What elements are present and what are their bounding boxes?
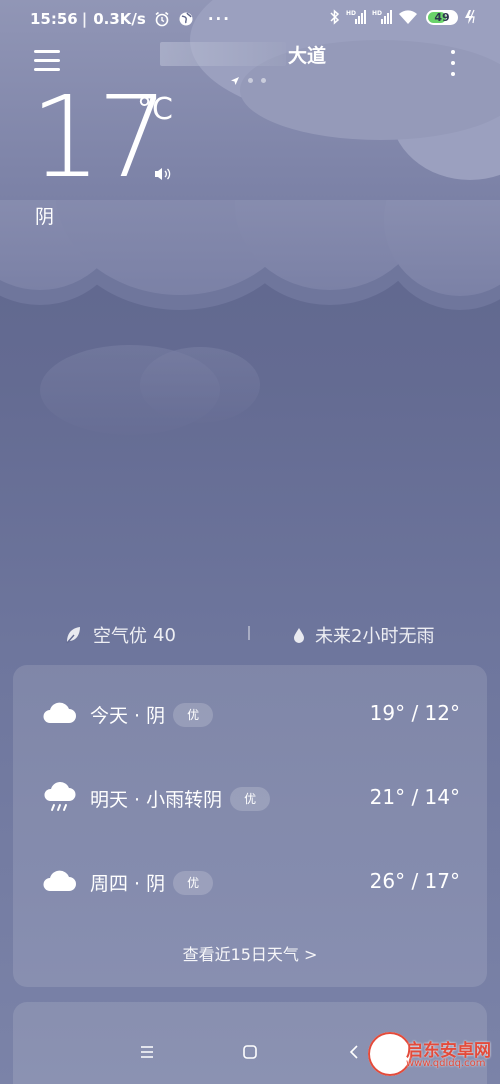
battery-level: 49 <box>434 10 450 24</box>
weather-screen: 15:56 | 0.3K/s ··· HD HD 49 大道 17 °C 阴 空… <box>0 0 500 1084</box>
rain-forecast[interactable]: 未来2小时无雨 <box>293 622 434 648</box>
network-speed: 0.3K/s <box>93 10 146 28</box>
menu-icon-bar <box>34 68 60 71</box>
page-dot <box>261 78 266 83</box>
aqi-badge: 优 <box>173 870 214 895</box>
forecast-row-today[interactable]: 今天 · 阴优 19° / 12° <box>13 693 487 733</box>
info-row: 空气优 40 未来2小时无雨 <box>0 620 500 648</box>
hd-signal-icon: HD <box>346 9 366 25</box>
status-right: HD HD 49 <box>324 9 478 25</box>
more-dots-icon: ··· <box>207 10 231 28</box>
home-icon[interactable] <box>242 1044 258 1064</box>
forecast-temps: 19° / 12° <box>369 701 460 725</box>
air-quality-value: 40 <box>153 624 176 646</box>
forecast-card: 今天 · 阴优 19° / 12° 明天 · 小雨转阴优 21° / 14° 周… <box>13 665 487 987</box>
wifi-icon <box>398 9 418 25</box>
more-dot <box>451 72 455 76</box>
cloudy-icon <box>41 697 77 731</box>
bluetooth-icon <box>330 9 340 25</box>
menu-button[interactable] <box>34 50 60 74</box>
forecast-day-text: 周四 · 阴 <box>90 873 166 895</box>
forecast-temps: 26° / 17° <box>369 869 460 893</box>
page-indicator <box>230 71 266 90</box>
back-icon[interactable] <box>348 1044 360 1064</box>
watermark-url: www.qdldq.com <box>406 1058 486 1069</box>
svg-text:HD: HD <box>372 10 382 17</box>
leaf-icon <box>65 626 81 644</box>
cloudy-icon <box>41 865 77 899</box>
forecast-day-text: 明天 · 小雨转阴 <box>90 789 223 811</box>
status-separator: | <box>81 10 88 28</box>
more-options-button[interactable] <box>446 50 460 76</box>
watermark: 启东安卓网 www.qdldq.com <box>360 1024 500 1084</box>
menu-icon-bar <box>34 59 60 62</box>
forecast-day-label: 今天 · 阴优 <box>90 701 214 729</box>
status-left: 15:56 | 0.3K/s ··· <box>30 10 231 28</box>
cloud-background <box>0 0 500 435</box>
aqi-badge: 优 <box>230 786 271 811</box>
forecast-row-thursday[interactable]: 周四 · 阴优 26° / 17° <box>13 861 487 901</box>
status-bar: 15:56 | 0.3K/s ··· HD HD 49 <box>0 0 500 40</box>
charging-icon <box>464 9 478 25</box>
air-quality[interactable]: 空气优 40 <box>65 622 176 648</box>
blurred-location-prefix <box>160 42 286 66</box>
aqi-badge: 优 <box>173 702 214 727</box>
menu-icon-bar <box>34 50 60 53</box>
forecast-day-label: 周四 · 阴优 <box>90 869 214 897</box>
battery-indicator: 49 <box>426 9 458 25</box>
forecast-row-tomorrow[interactable]: 明天 · 小雨转阴优 21° / 14° <box>13 777 487 817</box>
air-quality-label: 空气优 <box>93 626 147 647</box>
location-name: 大道 <box>288 44 327 67</box>
more-dot <box>451 61 455 65</box>
location-title[interactable]: 大道 <box>160 40 340 68</box>
svg-text:HD: HD <box>346 10 356 17</box>
recent-apps-icon[interactable] <box>139 1044 155 1063</box>
light-rain-icon <box>41 781 77 819</box>
status-time: 15:56 <box>30 10 78 28</box>
view-15-day-link[interactable]: 查看近15日天气 > <box>13 941 487 965</box>
forecast-day-label: 明天 · 小雨转阴优 <box>90 785 271 813</box>
temperature-unit: °C <box>137 92 173 127</box>
hd-signal-icon: HD <box>372 9 392 25</box>
forecast-day-text: 今天 · 阴 <box>90 705 166 727</box>
globe-icon <box>178 11 194 27</box>
raindrop-icon <box>293 627 305 643</box>
forecast-temps: 21° / 14° <box>369 785 460 809</box>
more-dot <box>451 50 455 54</box>
current-condition: 阴 <box>35 206 55 228</box>
page-dot <box>248 78 253 83</box>
alarm-icon <box>154 11 170 27</box>
info-divider <box>248 626 250 640</box>
rain-forecast-text: 未来2小时无雨 <box>315 626 435 647</box>
current-location-arrow-icon <box>230 71 240 90</box>
speaker-icon[interactable] <box>153 166 173 186</box>
